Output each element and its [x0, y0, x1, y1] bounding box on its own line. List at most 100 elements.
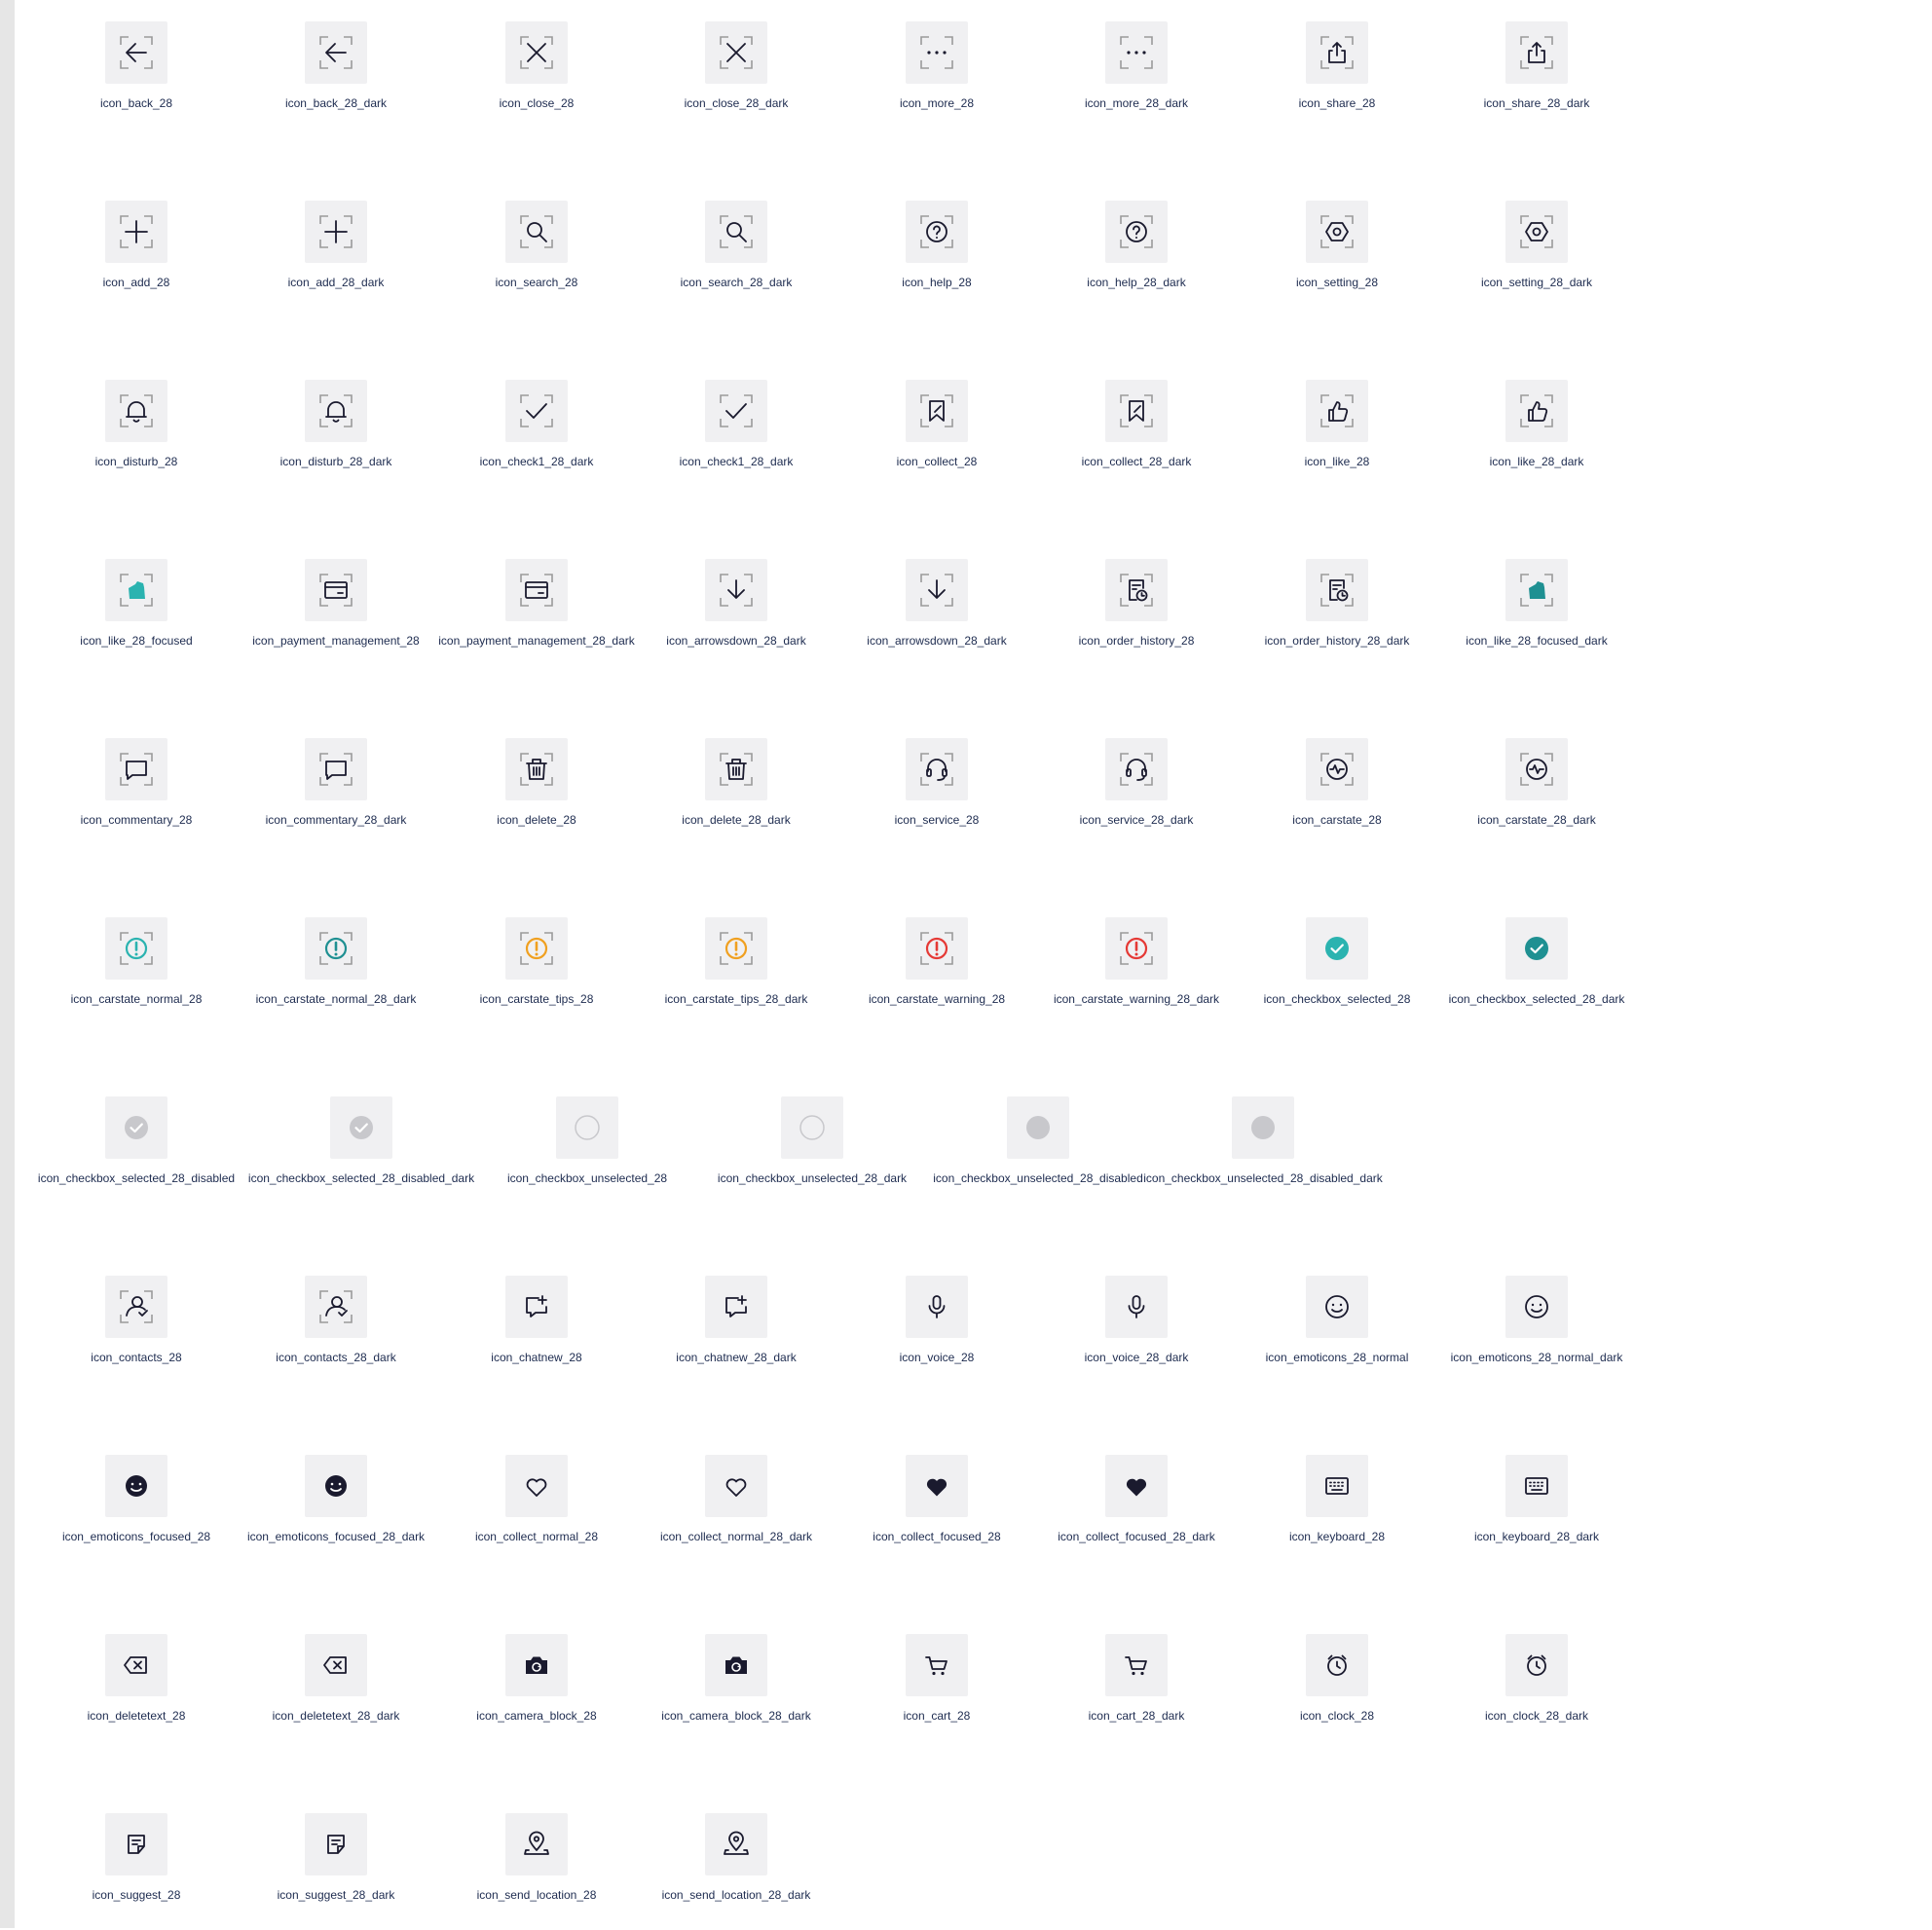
icon-card[interactable]: icon_delete_28 [497, 738, 720, 855]
icon-tile[interactable] [305, 380, 367, 442]
icon-card[interactable]: icon_payment_management_28 [252, 559, 519, 676]
icon-tile[interactable] [1105, 21, 1168, 84]
icon-tile[interactable] [906, 21, 968, 84]
icon-tile[interactable] [505, 738, 568, 800]
icon-card[interactable]: icon_like_28_dark [1490, 380, 1720, 497]
icon-card[interactable]: icon_send_location_28 [477, 1813, 720, 1930]
icon-tile[interactable] [906, 917, 968, 980]
icon-tile[interactable] [906, 380, 968, 442]
icon-card[interactable]: icon_emoticons_28_normal_dark [1451, 1276, 1720, 1392]
icon-tile[interactable] [305, 738, 367, 800]
icon-tile[interactable] [305, 201, 367, 263]
icon-tile[interactable] [1105, 201, 1168, 263]
icon-card[interactable]: icon_collect_focused_28 [873, 1455, 1120, 1572]
icon-card[interactable]: icon_like_28_focused_dark [1466, 559, 1720, 676]
icon-card[interactable]: icon_back_28 [100, 21, 319, 138]
icon-tile[interactable] [1505, 917, 1568, 980]
icon-tile[interactable] [1306, 201, 1368, 263]
icon-card[interactable]: icon_carstate_warning_28_dark [1054, 917, 1319, 1034]
icon-card[interactable]: icon_service_28 [895, 738, 1120, 855]
icon-tile[interactable] [1505, 1276, 1568, 1338]
icon-card[interactable]: icon_voice_28_dark [1085, 1276, 1319, 1392]
icon-tile[interactable] [505, 1276, 568, 1338]
icon-card[interactable]: icon_chatnew_28 [491, 1276, 720, 1392]
icon-tile[interactable] [781, 1096, 843, 1159]
icon-card[interactable]: icon_payment_management_28_dark [438, 559, 720, 676]
icon-tile[interactable] [1505, 380, 1568, 442]
icon-card[interactable]: icon_emoticons_focused_28 [62, 1455, 319, 1572]
icon-card[interactable]: icon_collect_28 [897, 380, 1120, 497]
icon-card[interactable]: icon_collect_normal_28_dark [660, 1455, 919, 1572]
icon-card[interactable]: icon_carstate_tips_28_dark [665, 917, 919, 1034]
icon-tile[interactable] [1306, 380, 1368, 442]
icon-card[interactable]: icon_suggest_28 [93, 1813, 319, 1930]
icon-tile[interactable] [1306, 559, 1368, 621]
icon-tile[interactable] [305, 559, 367, 621]
icon-card[interactable]: icon_carstate_28 [1292, 738, 1520, 855]
icon-tile[interactable] [505, 1634, 568, 1696]
icon-card[interactable]: icon_checkbox_selected_28 [1264, 917, 1520, 1034]
icon-card[interactable]: icon_more_28 [900, 21, 1120, 138]
icon-card[interactable]: icon_camera_block_28_dark [661, 1634, 919, 1751]
icon-card[interactable]: icon_add_28_dark [288, 201, 519, 317]
icon-card[interactable]: icon_arrowsdown_28_dark [867, 559, 1120, 676]
icon-tile[interactable] [705, 201, 767, 263]
icon-tile[interactable] [105, 380, 167, 442]
icon-card[interactable]: icon_setting_28 [1296, 201, 1520, 317]
icon-tile[interactable] [906, 201, 968, 263]
icon-tile[interactable] [1105, 917, 1168, 980]
icon-card[interactable]: icon_close_28_dark [685, 21, 919, 138]
icon-card[interactable]: icon_suggest_28_dark [278, 1813, 519, 1930]
icon-tile[interactable] [330, 1096, 392, 1159]
icon-card[interactable]: icon_search_28 [496, 201, 720, 317]
icon-card[interactable]: icon_carstate_28_dark [1477, 738, 1720, 855]
icon-tile[interactable] [705, 559, 767, 621]
icon-card[interactable]: icon_deletetext_28 [88, 1634, 319, 1751]
icon-card[interactable]: icon_checkbox_unselected_28_dark [718, 1096, 995, 1213]
icon-card[interactable]: icon_check1_28_dark [480, 380, 720, 497]
icon-card[interactable]: icon_carstate_normal_28_dark [256, 917, 519, 1034]
icon-card[interactable]: icon_keyboard_28_dark [1474, 1455, 1720, 1572]
icon-tile[interactable] [305, 917, 367, 980]
icon-card[interactable]: icon_commentary_28 [81, 738, 319, 855]
icon-tile[interactable] [105, 1096, 167, 1159]
icon-card[interactable]: icon_cart_28 [904, 1634, 1120, 1751]
icon-card[interactable]: icon_deletetext_28_dark [273, 1634, 519, 1751]
icon-card[interactable]: icon_emoticons_28_normal [1266, 1276, 1520, 1392]
icon-card[interactable]: icon_checkbox_selected_28_disabled [38, 1096, 319, 1213]
icon-card[interactable]: icon_clock_28 [1300, 1634, 1520, 1751]
icon-tile[interactable] [105, 21, 167, 84]
icon-card[interactable]: icon_close_28 [500, 21, 720, 138]
icon-tile[interactable] [1306, 1455, 1368, 1517]
icon-tile[interactable] [1105, 738, 1168, 800]
icon-tile[interactable] [105, 1634, 167, 1696]
icon-tile[interactable] [505, 1813, 568, 1875]
icon-tile[interactable] [1306, 21, 1368, 84]
icon-card[interactable]: icon_order_history_28 [1079, 559, 1319, 676]
icon-tile[interactable] [906, 738, 968, 800]
icon-tile[interactable] [1105, 380, 1168, 442]
icon-tile[interactable] [105, 917, 167, 980]
icon-card[interactable]: icon_arrowsdown_28_dark [666, 559, 919, 676]
icon-card[interactable]: icon_more_28_dark [1085, 21, 1319, 138]
icon-card[interactable]: icon_disturb_28_dark [280, 380, 519, 497]
icon-tile[interactable] [505, 21, 568, 84]
icon-tile[interactable] [105, 738, 167, 800]
icon-tile[interactable] [705, 380, 767, 442]
icon-card[interactable]: icon_add_28 [103, 201, 319, 317]
icon-tile[interactable] [1105, 1455, 1168, 1517]
icon-card[interactable]: icon_cart_28_dark [1089, 1634, 1319, 1751]
icon-tile[interactable] [1105, 559, 1168, 621]
icon-card[interactable]: icon_order_history_28_dark [1265, 559, 1520, 676]
icon-card[interactable]: icon_checkbox_unselected_28_disabled_dar… [1143, 1096, 1446, 1213]
icon-tile[interactable] [305, 1276, 367, 1338]
icon-tile[interactable] [1505, 559, 1568, 621]
icon-card[interactable]: icon_carstate_normal_28 [71, 917, 319, 1034]
icon-card[interactable]: icon_delete_28_dark [682, 738, 919, 855]
icon-tile[interactable] [1505, 1634, 1568, 1696]
icon-tile[interactable] [1505, 1455, 1568, 1517]
icon-tile[interactable] [705, 917, 767, 980]
icon-card[interactable]: icon_checkbox_selected_28_dark [1449, 917, 1720, 1034]
icon-tile[interactable] [1105, 1634, 1168, 1696]
icon-card[interactable]: icon_search_28_dark [681, 201, 919, 317]
